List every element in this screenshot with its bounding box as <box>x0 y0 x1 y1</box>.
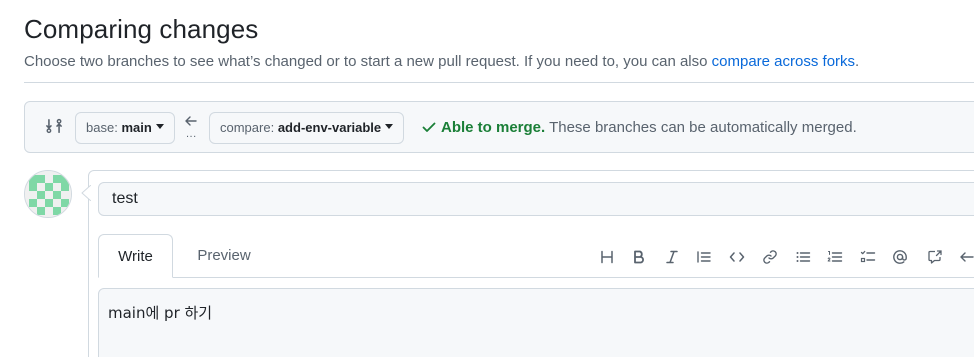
pr-title-input[interactable]: test <box>98 182 974 216</box>
avatar[interactable] <box>24 170 72 218</box>
pr-body-textarea[interactable] <box>98 288 974 357</box>
mention-icon[interactable] <box>889 246 911 268</box>
speech-pointer <box>81 185 91 201</box>
heading-icon[interactable] <box>596 246 618 268</box>
branch-range-editor: base: main ... compare: add-env-variable… <box>24 101 974 153</box>
compare-across-forks-link[interactable]: compare across forks <box>712 53 855 70</box>
git-compare-icon <box>46 118 62 134</box>
merge-status: Able to merge. These branches can be aut… <box>421 119 857 136</box>
identicon-image <box>25 171 71 217</box>
check-icon <box>422 122 436 132</box>
compare-label: compare: <box>220 120 275 135</box>
caret-down-icon <box>155 124 164 130</box>
header-divider <box>24 82 974 83</box>
italic-icon[interactable] <box>661 246 683 268</box>
arrow-left-icon <box>185 116 197 126</box>
caret-down-icon <box>385 124 394 130</box>
compare-branch-name: add-env-variable <box>277 120 382 135</box>
merge-status-detail: These branches can be automatically merg… <box>545 119 857 136</box>
subtitle-end: . <box>855 53 860 70</box>
compare-branch-select[interactable]: compare: add-env-variable <box>209 112 405 144</box>
quote-icon[interactable] <box>693 246 715 268</box>
ordered-list-icon[interactable] <box>824 246 846 268</box>
range-dots: ... <box>186 128 197 140</box>
cross-reference-icon[interactable] <box>924 246 946 268</box>
base-branch-select[interactable]: base: main <box>75 112 175 144</box>
tab-write[interactable]: Write <box>98 234 173 278</box>
tab-preview[interactable]: Preview <box>186 234 262 278</box>
pr-body-text: main에 pr 하기 <box>108 304 213 322</box>
bold-icon[interactable] <box>628 246 650 268</box>
subtitle-text: Choose two branches to see what’s change… <box>24 53 712 70</box>
page-title: Comparing changes <box>24 14 259 44</box>
base-label: base: <box>86 120 118 135</box>
undo-icon[interactable] <box>956 246 974 268</box>
task-list-icon[interactable] <box>857 246 879 268</box>
link-icon[interactable] <box>759 246 781 268</box>
merge-status-ok: Able to merge. <box>441 119 546 136</box>
base-branch-name: main <box>121 120 152 135</box>
page-subtitle: Choose two branches to see what’s change… <box>24 53 859 70</box>
unordered-list-icon[interactable] <box>792 246 814 268</box>
code-icon[interactable] <box>726 246 748 268</box>
